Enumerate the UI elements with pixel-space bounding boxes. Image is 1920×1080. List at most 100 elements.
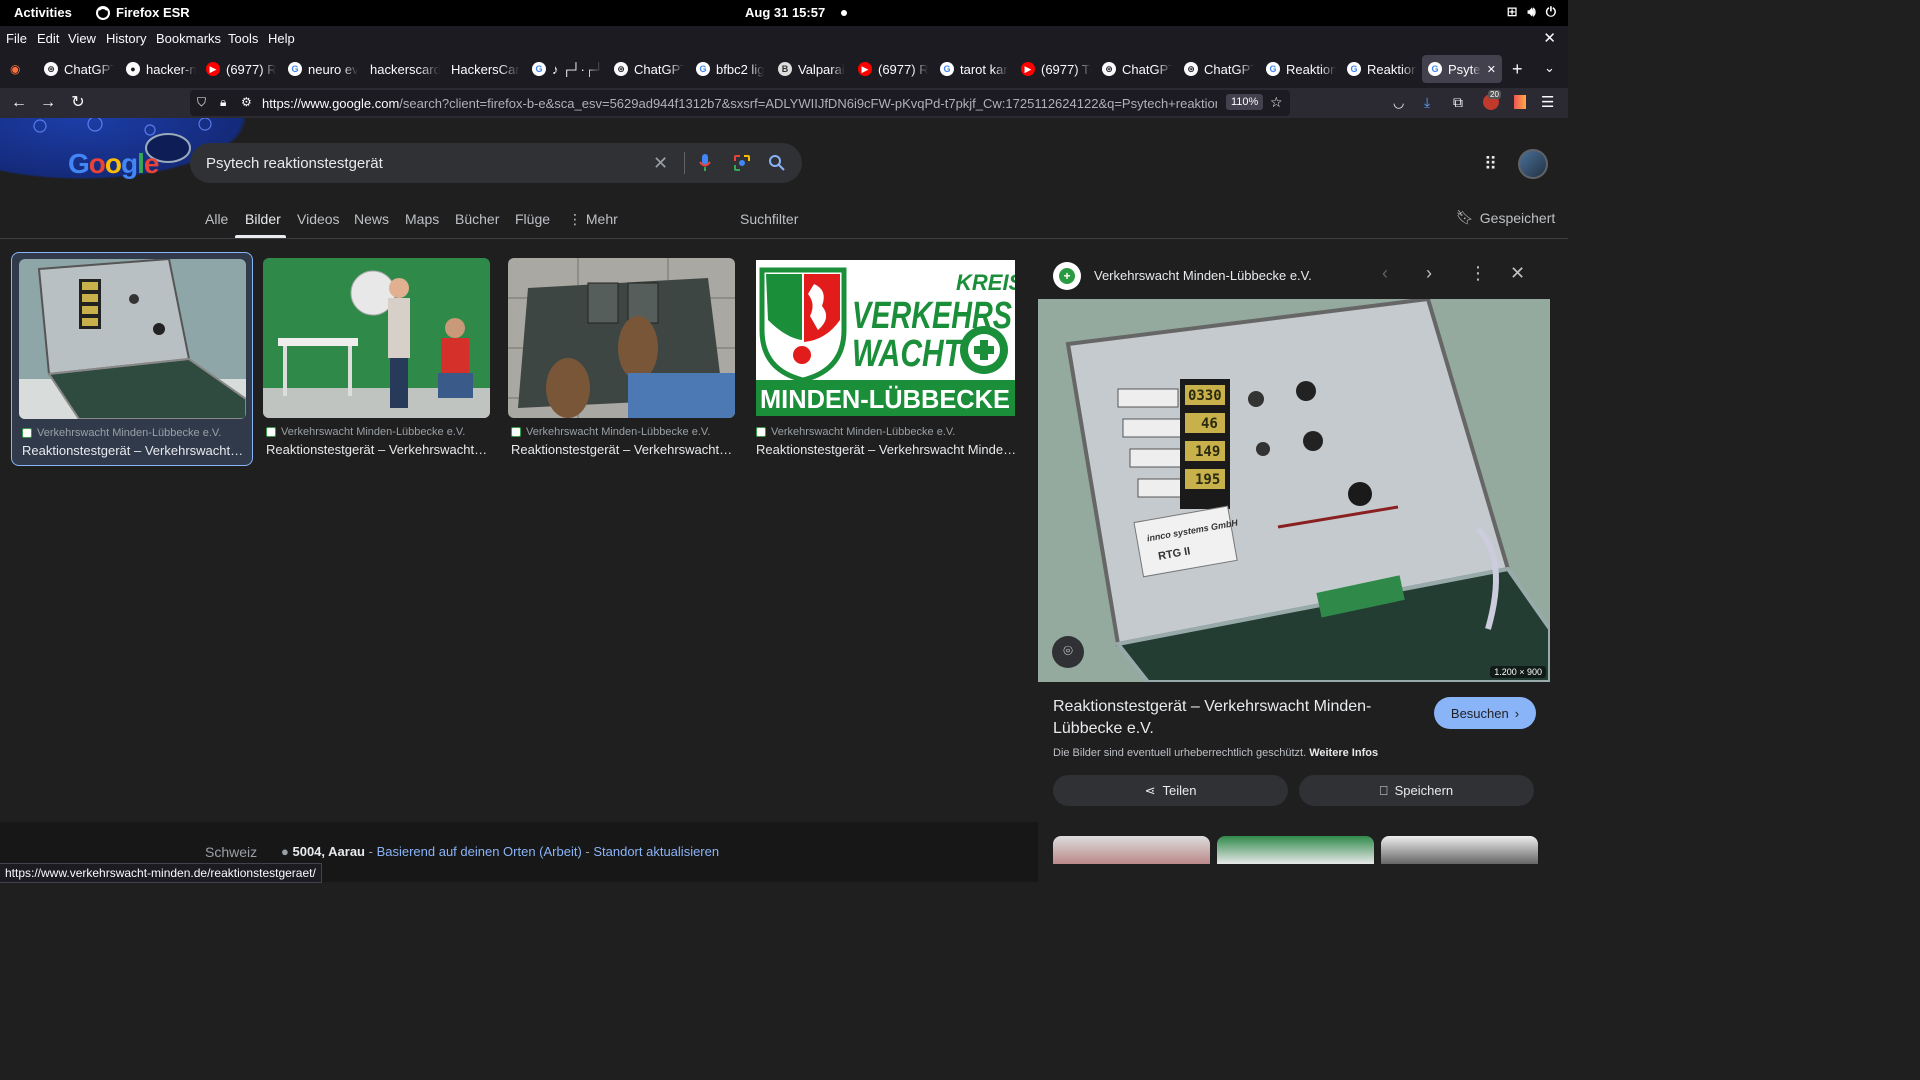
menu-file[interactable]: File	[6, 31, 27, 46]
result-thumbnail[interactable]	[508, 258, 735, 418]
image-result[interactable]: Verkehrswacht Minden-Lübbecke e.V. Reakt…	[11, 252, 253, 466]
clock[interactable]: Aug 31 15:57	[745, 5, 825, 20]
browser-tab[interactable]: G Reaktion	[1341, 55, 1417, 83]
result-source[interactable]: Verkehrswacht Minden-Lübbecke e.V.	[756, 426, 955, 438]
browser-tab[interactable]: ⊛ ChatGPT	[38, 55, 114, 83]
permissions-icon[interactable]: ⚙	[241, 95, 252, 109]
related-image[interactable]	[1381, 836, 1538, 864]
activities-button[interactable]: Activities	[14, 5, 72, 20]
site-logo[interactable]: +	[1053, 262, 1081, 290]
tab-videos[interactable]: Videos	[297, 211, 340, 227]
browser-tab[interactable]: ⊛ ChatGPT	[608, 55, 684, 83]
search-query[interactable]: Psytech reaktionstestgerät	[206, 155, 383, 172]
bookmark-star-icon[interactable]: ☆	[1270, 94, 1283, 111]
lock-icon[interactable]: 🔒︎	[220, 95, 226, 110]
downloads-icon[interactable]: ⤓	[1424, 94, 1430, 111]
saved-button[interactable]: 🔖︎ Gespeichert	[1456, 209, 1555, 226]
browser-tab[interactable]: Gbfbc2 lig	[690, 55, 766, 83]
pocket-icon[interactable]: ◡	[1393, 95, 1404, 111]
search-icon[interactable]	[768, 154, 786, 172]
search-filters-button[interactable]: Suchfilter	[740, 211, 798, 227]
result-title[interactable]: Reaktionstestgerät – Verkehrswacht Minde…	[22, 443, 244, 458]
url-text[interactable]: https://www.google.com/search?client=fir…	[262, 96, 1217, 111]
location-basis-link[interactable]: Basierend auf deinen Orten (Arbeit)	[377, 844, 582, 859]
account-avatar[interactable]	[1518, 149, 1548, 179]
previous-result-icon[interactable]: ‹	[1382, 263, 1388, 284]
image-result[interactable]: KREIS VERKEHRS WACHT MINDEN-LÜBBECKE Ver…	[746, 252, 1018, 466]
browser-tab[interactable]: ▶ (6977) R	[200, 55, 276, 83]
menu-tools[interactable]: Tools	[228, 31, 258, 46]
google-apps-icon[interactable]: ⠿	[1484, 154, 1497, 175]
reload-icon[interactable]: ↻	[67, 93, 89, 113]
clear-search-icon[interactable]: ✕	[653, 153, 668, 174]
related-image[interactable]	[1217, 836, 1374, 864]
result-title[interactable]: Reaktionstestgerät – Verkehrswacht Minde…	[266, 442, 488, 457]
panel-title[interactable]: Reaktionstestgerät – Verkehrswacht Minde…	[1053, 696, 1413, 740]
browser-tab[interactable]: HackersCar	[445, 55, 521, 83]
browser-tab[interactable]: ▶ (6977) R	[852, 55, 928, 83]
browser-tab[interactable]: ⊛ ChatGPT	[1096, 55, 1172, 83]
lens-search-image-icon[interactable]: ⌾	[1052, 636, 1084, 668]
next-result-icon[interactable]: ›	[1426, 263, 1432, 284]
more-info-link[interactable]: Weitere Infos	[1309, 747, 1378, 759]
browser-tab[interactable]: ▶ (6977) Ti	[1015, 55, 1091, 83]
image-result[interactable]: Verkehrswacht Minden-Lübbecke e.V. Reakt…	[501, 252, 743, 466]
firefox-view-icon[interactable]: ◉	[10, 62, 20, 76]
url-bar[interactable]: ⛉ 🔒︎ ⚙ https://www.google.com/search?cli…	[190, 90, 1290, 116]
volume-icon[interactable]: 🔊︎	[1528, 4, 1536, 20]
tab-images[interactable]: Bilder	[245, 211, 281, 227]
new-tab-icon[interactable]: +	[1512, 59, 1523, 80]
google-logo[interactable]: Google	[68, 148, 159, 180]
close-panel-icon[interactable]: ✕	[1510, 263, 1525, 284]
voice-search-icon[interactable]	[698, 153, 712, 173]
browser-tab[interactable]: G Reaktion	[1260, 55, 1336, 83]
lens-search-icon[interactable]	[733, 154, 751, 172]
result-source[interactable]: Verkehrswacht Minden-Lübbecke e.V.	[22, 427, 221, 439]
browser-tab[interactable]: hackerscard	[364, 55, 440, 83]
preview-image[interactable]: 0330 46 149 195 innco systems GmbH RTG I…	[1038, 299, 1550, 682]
menu-view[interactable]: View	[68, 31, 96, 46]
tab-books[interactable]: Bücher	[455, 211, 499, 227]
browser-tab[interactable]: Gtarot kar	[934, 55, 1010, 83]
tab-more[interactable]: ⋮ Mehr	[568, 211, 618, 228]
menu-bookmarks[interactable]: Bookmarks	[156, 31, 221, 46]
menu-help[interactable]: Help	[268, 31, 295, 46]
more-options-icon[interactable]: ⋮	[1469, 263, 1487, 284]
hamburger-menu-icon[interactable]: ☰	[1541, 93, 1554, 111]
close-tab-icon[interactable]: ✕	[1487, 63, 1496, 76]
menu-history[interactable]: History	[106, 31, 146, 46]
save-button[interactable]: ⎕ Speichern	[1299, 775, 1534, 806]
app-menu[interactable]: Firefox ESR	[96, 5, 190, 20]
result-source[interactable]: Verkehrswacht Minden-Lübbecke e.V.	[266, 426, 465, 438]
list-tabs-icon[interactable]: ⌄	[1544, 60, 1555, 76]
browser-tab[interactable]: ⊛ ChatGPT	[1178, 55, 1254, 83]
extensions-icon[interactable]: ⧉	[1453, 94, 1463, 111]
browser-tab[interactable]: B Valparai	[772, 55, 848, 83]
update-location-link[interactable]: Standort aktualisieren	[593, 844, 719, 859]
share-button[interactable]: ⋖ Teilen	[1053, 775, 1288, 806]
related-image[interactable]	[1053, 836, 1210, 864]
color-extension-icon[interactable]	[1514, 95, 1526, 109]
visit-button[interactable]: Besuchen ›	[1434, 697, 1536, 729]
network-icon[interactable]: ⊞	[1507, 4, 1518, 20]
window-close-icon[interactable]: ✕	[1543, 29, 1556, 47]
image-result[interactable]: Verkehrswacht Minden-Lübbecke e.V. Reakt…	[256, 252, 498, 466]
result-title[interactable]: Reaktionstestgerät – Verkehrswacht Minde…	[511, 442, 733, 457]
result-title[interactable]: Reaktionstestgerät – Verkehrswacht Minde…	[756, 442, 1018, 457]
tab-maps[interactable]: Maps	[405, 211, 439, 227]
system-tray[interactable]: ⊞ 🔊︎ ⏻	[1507, 4, 1556, 20]
search-box[interactable]: Psytech reaktionstestgerät ✕	[190, 143, 802, 183]
panel-site-name[interactable]: Verkehrswacht Minden-Lübbecke e.V.	[1094, 268, 1312, 283]
forward-icon[interactable]: →	[37, 93, 59, 113]
result-thumbnail[interactable]: KREIS VERKEHRS WACHT MINDEN-LÜBBECKE	[756, 260, 1015, 416]
tab-news[interactable]: News	[354, 211, 389, 227]
tab-all[interactable]: Alle	[205, 211, 228, 227]
tracking-shield-icon[interactable]: ⛉	[197, 95, 206, 110]
browser-tab[interactable]: ● hacker-n	[120, 55, 196, 83]
browser-tab[interactable]: Gneuro ev	[282, 55, 358, 83]
zoom-level[interactable]: 110%	[1226, 94, 1264, 110]
browser-tab[interactable]: G Psytec ✕	[1422, 55, 1502, 83]
result-thumbnail[interactable]	[19, 259, 246, 419]
result-source[interactable]: Verkehrswacht Minden-Lübbecke e.V.	[511, 426, 710, 438]
back-icon[interactable]: ←	[8, 93, 30, 113]
